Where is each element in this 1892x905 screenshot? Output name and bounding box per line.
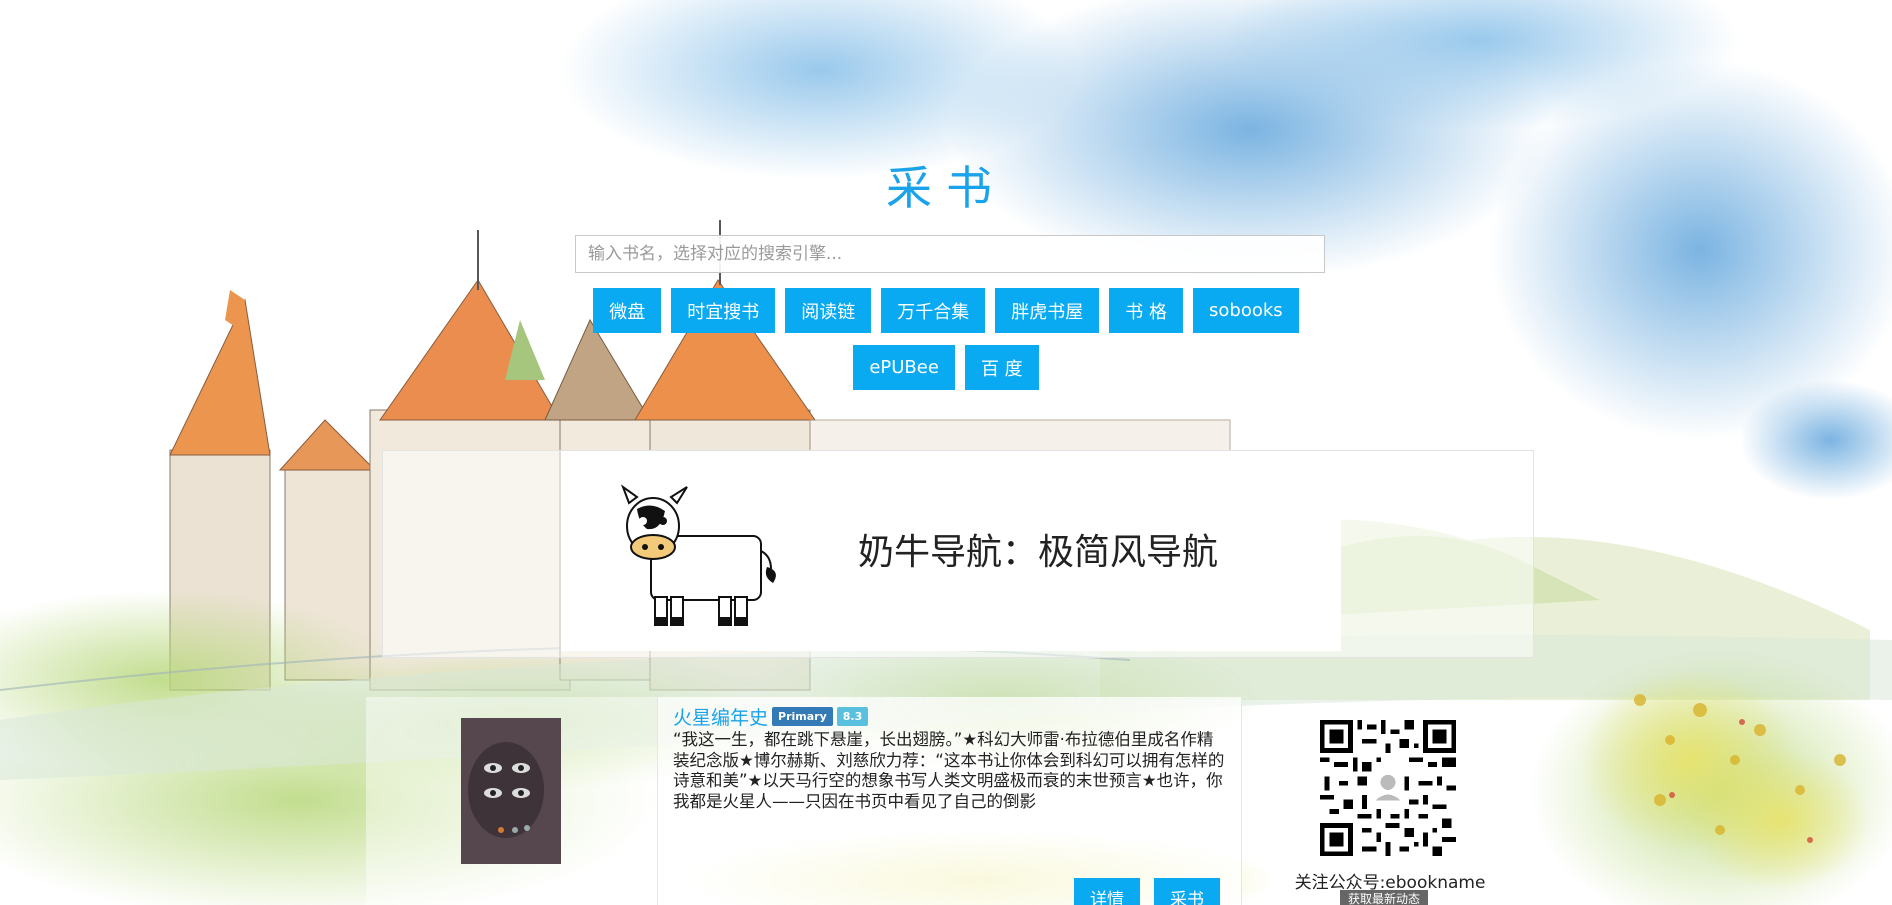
engine-button-wanqian[interactable]: 万千合集 bbox=[881, 288, 986, 333]
book-description: “我这一生，都在跳下悬崖，长出翅膀。”★科幻大师雷·布拉德伯里成名作精装纪念版★… bbox=[673, 730, 1225, 811]
cow-logo-icon bbox=[621, 484, 776, 626]
engine-button-shuge[interactable]: 书 格 bbox=[1109, 288, 1184, 333]
details-button[interactable]: 详情 bbox=[1074, 878, 1140, 905]
engine-button-yuedulian[interactable]: 阅读链 bbox=[785, 288, 872, 333]
score-badge: 8.3 bbox=[836, 707, 869, 726]
book-title-row: 火星编年史 Primary 8.3 bbox=[673, 703, 869, 730]
site-title: 采书 bbox=[886, 161, 1006, 215]
book-cover-image[interactable] bbox=[461, 718, 561, 864]
engine-button-sobooks[interactable]: sobooks bbox=[1193, 288, 1299, 333]
engine-button-panghu[interactable]: 胖虎书屋 bbox=[995, 288, 1100, 333]
banner-text: 奶牛导航：极简风导航 bbox=[858, 532, 1219, 573]
collect-book-button[interactable]: 采书 bbox=[1154, 878, 1220, 905]
search-input[interactable] bbox=[575, 235, 1325, 273]
primary-badge: Primary bbox=[772, 707, 833, 726]
engine-button-epubee[interactable]: ePUBee bbox=[853, 345, 955, 390]
qr-tag: 获取最新动态 bbox=[1340, 890, 1429, 905]
engine-button-baidu[interactable]: 百 度 bbox=[964, 345, 1039, 390]
engine-button-shiyi[interactable]: 时宜搜书 bbox=[671, 288, 776, 333]
book-title-link[interactable]: 火星编年史 bbox=[673, 703, 768, 730]
banner-section: 奶牛导航：极简风导航 bbox=[382, 450, 1534, 658]
search-engine-buttons: 微盘 时宜搜书 阅读链 万千合集 胖虎书屋 书 格 sobooks ePUBee… bbox=[570, 288, 1322, 390]
cow-nav-banner[interactable]: 奶牛导航：极简风导航 bbox=[561, 451, 1341, 651]
engine-button-weipan[interactable]: 微盘 bbox=[593, 288, 662, 333]
wechat-qr-code-icon bbox=[1320, 720, 1456, 856]
